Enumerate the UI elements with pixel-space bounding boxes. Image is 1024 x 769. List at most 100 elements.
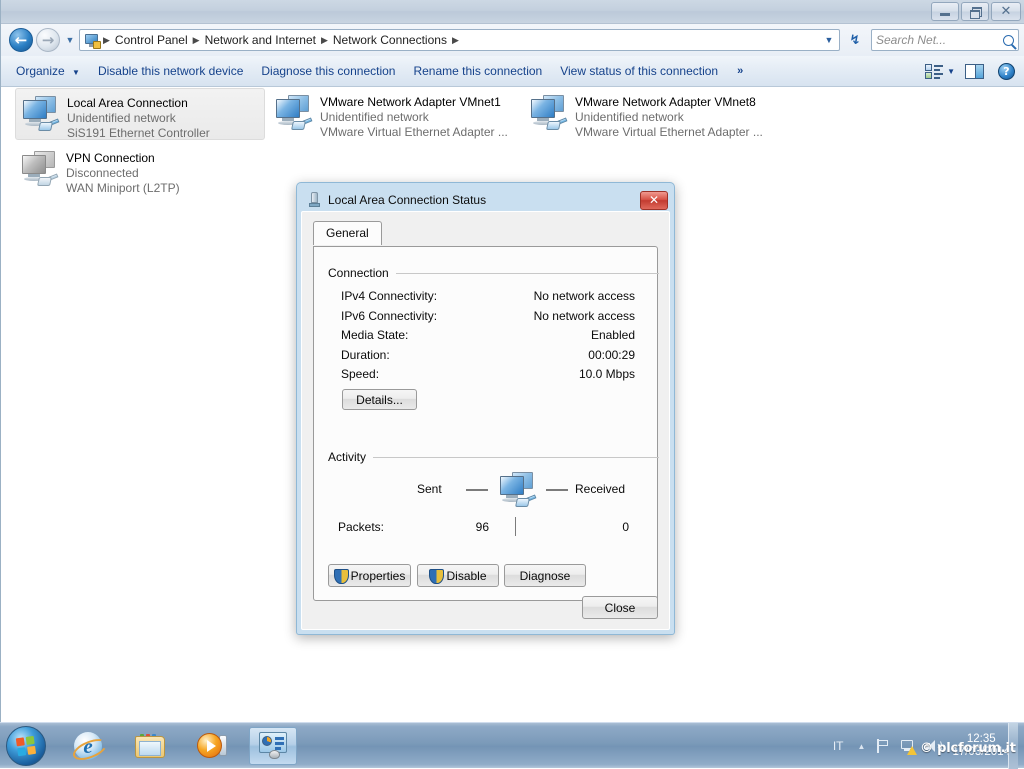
- windows-media-player-icon: [197, 733, 227, 759]
- duration-value: 00:00:29: [588, 348, 635, 362]
- back-button[interactable]: ←: [9, 28, 33, 52]
- list-item[interactable]: VMware Network Adapter VMnet8 Unidentifi…: [524, 88, 774, 140]
- command-label: Rename this connection: [413, 64, 543, 78]
- details-button[interactable]: Details...: [342, 389, 417, 410]
- group-divider: [395, 272, 659, 274]
- refresh-icon: ↯: [849, 32, 861, 48]
- disable-network-device-button[interactable]: Disable this network device: [89, 61, 252, 81]
- language-indicator[interactable]: IT: [825, 739, 852, 753]
- taskbar-item-windows-explorer[interactable]: [130, 727, 170, 765]
- chevron-down-icon: ▼: [72, 68, 80, 77]
- disable-button[interactable]: Disable: [417, 564, 499, 587]
- start-button[interactable]: [6, 726, 46, 766]
- action-center-flag-icon[interactable]: [875, 738, 892, 755]
- sent-label: Sent: [417, 482, 442, 496]
- properties-button[interactable]: Properties: [328, 564, 411, 587]
- view-status-button[interactable]: View status of this connection: [551, 61, 727, 81]
- sent-connector: [466, 489, 488, 491]
- table-row: IPv4 Connectivity: No network access: [314, 289, 657, 307]
- dialog-close-action-button[interactable]: Close: [582, 596, 658, 619]
- rename-connection-button[interactable]: Rename this connection: [404, 61, 551, 81]
- connection-device: SiS191 Ethernet Controller: [67, 126, 210, 140]
- packets-divider: [515, 517, 516, 536]
- taskbar: e IT ▲ 12:35 17/03/2014: [0, 722, 1024, 769]
- internet-explorer-icon: e: [74, 732, 102, 760]
- restore-button[interactable]: [961, 2, 989, 21]
- ipv6-connectivity-label: IPv6 Connectivity:: [341, 309, 438, 323]
- control-panel-icon: [84, 33, 101, 49]
- breadcrumb-network-and-internet[interactable]: Network and Internet: [201, 31, 320, 49]
- received-connector: [546, 489, 568, 491]
- chevron-down-icon: ▼: [65, 35, 75, 45]
- ipv4-connectivity-value: No network access: [533, 289, 635, 303]
- activity-group-label: Activity: [328, 450, 367, 464]
- search-input[interactable]: Search Net...: [876, 33, 1003, 47]
- window-controls: ✕: [931, 2, 1021, 21]
- minimize-button[interactable]: [931, 2, 959, 21]
- organize-label: Organize: [16, 64, 65, 78]
- connection-name: Local Area Connection: [67, 96, 188, 110]
- connection-name: VPN Connection: [66, 151, 155, 165]
- show-hidden-icons-button[interactable]: ▲: [852, 742, 872, 751]
- network-adapter-icon: [528, 92, 572, 136]
- minimize-icon: [940, 12, 950, 16]
- packets-label: Packets:: [338, 520, 385, 534]
- organize-button[interactable]: Organize ▼: [7, 61, 89, 81]
- address-bar: ← → ▼ ▶ Control Panel ▶ Network and Inte…: [1, 24, 1024, 56]
- vpn-adapter-icon: [19, 148, 63, 192]
- connection-status: Unidentified network: [575, 110, 684, 124]
- network-connections-icon: [258, 732, 288, 760]
- dialog-body: General Connection IPv4 Connectivity: No…: [301, 211, 670, 630]
- disable-button-label: Disable: [446, 568, 487, 583]
- network-warning-icon[interactable]: [900, 738, 918, 755]
- breadcrumb-network-connections[interactable]: Network Connections: [329, 31, 451, 49]
- dialog-title: Local Area Connection Status: [328, 193, 487, 207]
- refresh-button[interactable]: ↯: [844, 29, 866, 51]
- connection-name: VMware Network Adapter VMnet8: [575, 95, 756, 109]
- taskbar-item-network-connections[interactable]: [249, 727, 297, 765]
- breadcrumb-bar[interactable]: ▶ Control Panel ▶ Network and Internet ▶…: [79, 29, 840, 51]
- connection-status: Unidentified network: [320, 110, 429, 124]
- connection-status: Disconnected: [66, 166, 139, 180]
- close-button[interactable]: ✕: [991, 2, 1021, 21]
- command-bar-right: ▼ ?: [925, 62, 1019, 80]
- connection-name: VMware Network Adapter VMnet1: [320, 95, 501, 109]
- connection-device: VMware Virtual Ethernet Adapter ...: [575, 125, 763, 139]
- taskbar-item-media-player[interactable]: [192, 727, 232, 765]
- forward-button[interactable]: →: [36, 28, 60, 52]
- command-label: Disable this network device: [97, 64, 244, 78]
- diagnose-button[interactable]: Diagnose: [504, 564, 586, 587]
- close-icon: ✕: [1000, 3, 1012, 19]
- window-titlebar: ✕: [1, 0, 1024, 24]
- recent-pages-button[interactable]: ▼: [63, 35, 77, 45]
- breadcrumb-separator: ▶: [192, 34, 200, 45]
- connection-group-label: Connection: [328, 266, 389, 280]
- list-item[interactable]: VMware Network Adapter VMnet1 Unidentifi…: [269, 88, 519, 140]
- dialog-close-button[interactable]: ✕: [640, 190, 668, 210]
- connection-device: VMware Virtual Ethernet Adapter ...: [320, 125, 508, 139]
- connection-status-dialog: Local Area Connection Status ✕ General C…: [296, 182, 675, 635]
- activity-group-header: Activity: [328, 450, 659, 464]
- ipv6-connectivity-value: No network access: [533, 309, 635, 323]
- address-dropdown-button[interactable]: ▼: [821, 35, 837, 45]
- dialog-titlebar: Local Area Connection Status ✕: [301, 187, 670, 213]
- table-row: Duration: 00:00:29: [314, 348, 657, 366]
- chevron-down-icon[interactable]: ▼: [945, 67, 963, 76]
- preview-pane-icon[interactable]: [965, 63, 984, 79]
- taskbar-item-internet-explorer[interactable]: e: [68, 727, 108, 765]
- tab-general[interactable]: General: [313, 221, 382, 245]
- command-overflow-button[interactable]: »: [727, 62, 753, 80]
- command-label: View status of this connection: [560, 64, 719, 78]
- help-icon[interactable]: ?: [998, 62, 1015, 80]
- diagnose-connection-button[interactable]: Diagnose this connection: [252, 61, 404, 81]
- list-item[interactable]: VPN Connection Disconnected WAN Miniport…: [15, 144, 265, 196]
- windows-logo-icon: [15, 735, 36, 756]
- search-box[interactable]: Search Net...: [871, 29, 1019, 51]
- ipv4-connectivity-label: IPv4 Connectivity:: [341, 289, 438, 303]
- breadcrumb-control-panel[interactable]: Control Panel: [111, 31, 192, 49]
- forward-arrow-icon: →: [41, 31, 55, 49]
- list-item[interactable]: Local Area Connection Unidentified netwo…: [15, 88, 265, 140]
- command-bar: Organize ▼ Disable this network device D…: [1, 56, 1024, 87]
- close-button-label: Close: [604, 600, 636, 615]
- change-view-icon[interactable]: [925, 63, 944, 79]
